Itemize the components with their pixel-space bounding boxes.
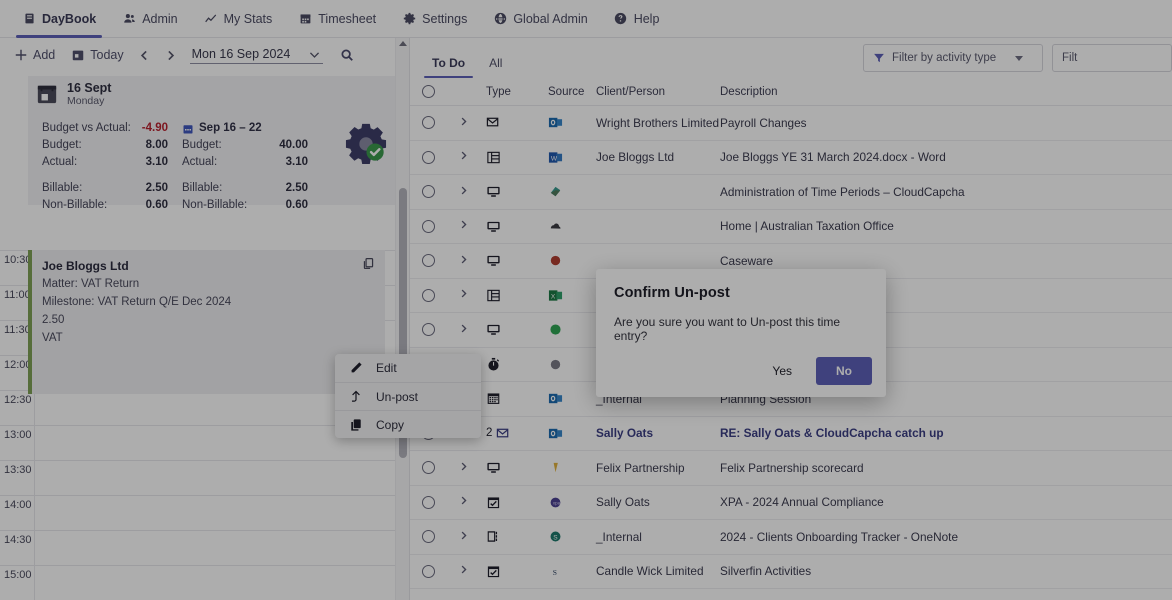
no-button[interactable]: No	[816, 357, 872, 385]
confirm-unpost-dialog: Confirm Un-post Are you sure you want to…	[596, 269, 886, 397]
yes-button[interactable]: Yes	[758, 358, 806, 384]
dialog-buttons: Yes No	[758, 357, 872, 385]
app-root: DayBook Admin My Stats Timesheet Setting…	[0, 0, 1172, 600]
dialog-title: Confirm Un-post	[614, 285, 730, 301]
dialog-message: Are you sure you want to Un-post this ti…	[614, 315, 841, 343]
modal-layer: Confirm Un-post Are you sure you want to…	[0, 0, 1172, 600]
